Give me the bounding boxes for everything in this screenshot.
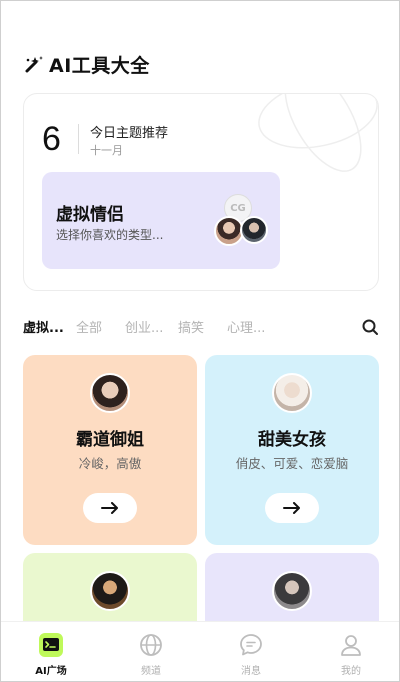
avatar <box>272 571 312 611</box>
orbit-decoration-icon <box>258 94 378 172</box>
avatar <box>90 373 130 413</box>
terminal-icon <box>39 633 63 657</box>
character-card-sweet-girl[interactable]: 甜美女孩 俏皮、可爱、恋爱脑 <box>205 355 379 545</box>
card-desc: 冷峻，高傲 <box>78 456 142 471</box>
avatar <box>272 373 312 413</box>
nav-item-ai-square[interactable]: AI广场 <box>11 632 91 677</box>
magic-wand-icon <box>25 56 43 73</box>
tab-psychology[interactable]: 心理... <box>227 317 265 336</box>
app-screen: AI工具大全 6 今日主题推荐 十一月 虚拟情侣 选择你喜欢的类型... CG … <box>0 0 400 682</box>
theme-divider <box>78 124 79 154</box>
feature-subtitle: 选择你喜欢的类型... <box>56 228 164 242</box>
tab-startup[interactable]: 创业... <box>125 317 163 336</box>
go-button[interactable] <box>265 493 319 523</box>
nav-label: 消息 <box>241 666 261 677</box>
card-name: 霸道御姐 <box>76 430 144 450</box>
card-desc: 俏皮、可爱、恋爱脑 <box>235 456 349 471</box>
nav-label: 我的 <box>341 666 361 677</box>
avatar <box>90 571 130 611</box>
page-title: AI工具大全 <box>49 54 150 77</box>
character-card-domineering-sister[interactable]: 霸道御姐 冷峻，高傲 <box>23 355 197 545</box>
arrow-right-icon <box>101 502 118 514</box>
nav-item-profile[interactable]: 我的 <box>311 632 391 677</box>
search-icon[interactable] <box>361 318 379 336</box>
feature-card-virtual-lover[interactable]: 虚拟情侣 选择你喜欢的类型... CG <box>42 172 280 269</box>
go-button[interactable] <box>83 493 137 523</box>
card-name: 甜美女孩 <box>258 430 326 450</box>
bottom-nav: AI广场 频道 消息 我的 <box>1 621 399 681</box>
theme-label: 今日主题推荐 <box>90 126 169 141</box>
theme-month: 十一月 <box>90 144 123 157</box>
tab-all[interactable]: 全部 <box>76 317 102 336</box>
avatar <box>240 216 268 244</box>
tab-funny[interactable]: 搞笑 <box>178 317 204 336</box>
nav-item-messages[interactable]: 消息 <box>211 632 291 677</box>
category-tabs: 虚拟... 全部 创业... 搞笑 心理... <box>23 317 379 339</box>
chat-icon <box>240 634 262 656</box>
globe-icon <box>140 634 162 656</box>
user-icon <box>341 635 361 656</box>
theme-day: 6 <box>42 120 61 158</box>
page-header: AI工具大全 <box>23 49 150 79</box>
nav-label: AI广场 <box>35 666 67 677</box>
nav-label: 频道 <box>141 666 161 677</box>
arrow-right-icon <box>283 502 300 514</box>
tab-virtual[interactable]: 虚拟... <box>23 317 64 336</box>
feature-title: 虚拟情侣 <box>56 205 124 225</box>
nav-item-channel[interactable]: 频道 <box>111 632 191 677</box>
theme-recommend-card: 6 今日主题推荐 十一月 虚拟情侣 选择你喜欢的类型... CG <box>23 93 379 291</box>
